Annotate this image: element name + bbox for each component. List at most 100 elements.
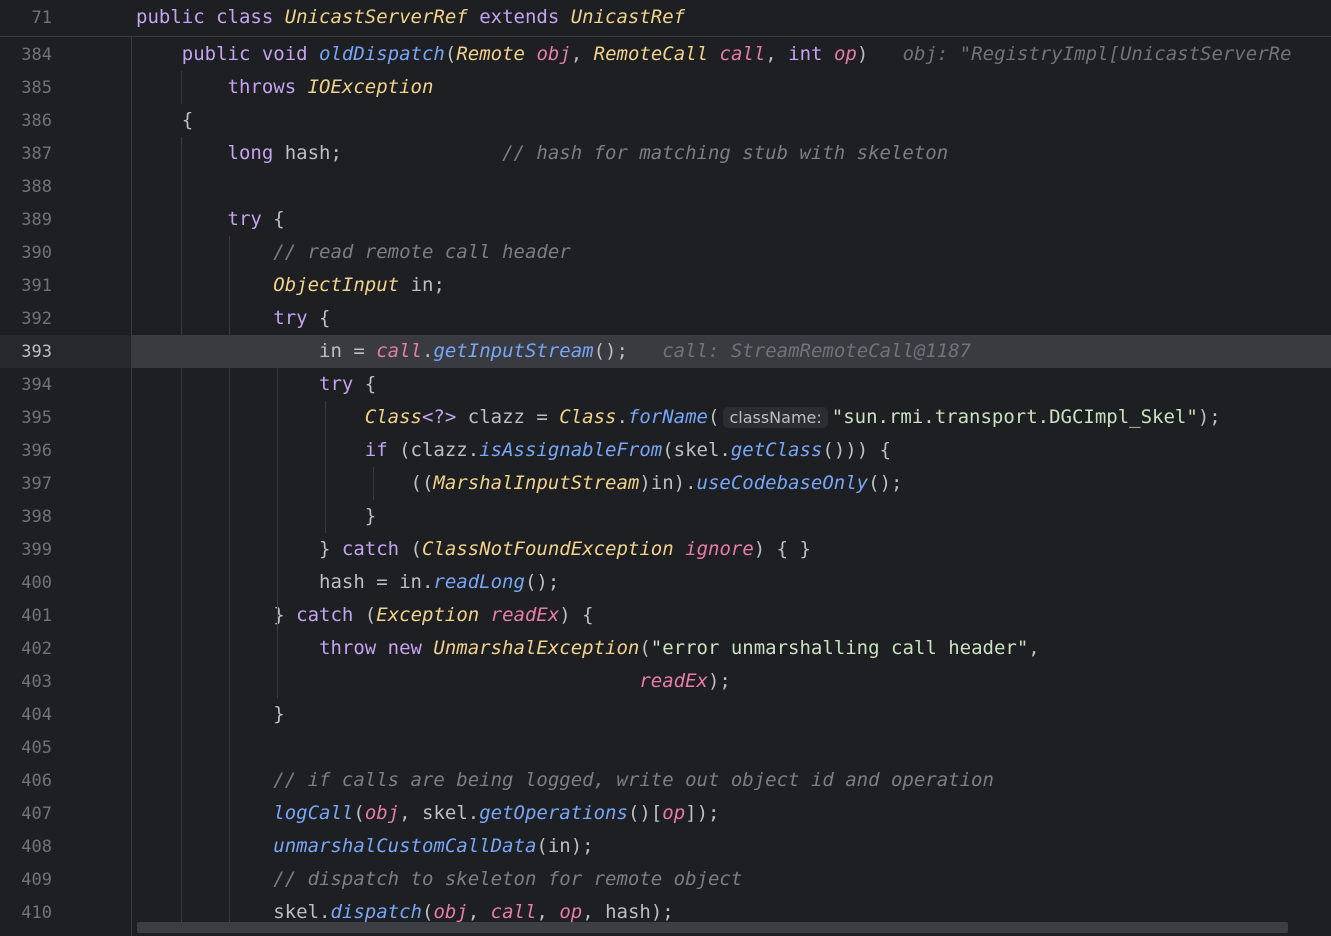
line-number[interactable]: 409	[0, 870, 52, 890]
code-token: ignore	[685, 538, 754, 560]
line-number[interactable]: 389	[0, 210, 52, 230]
code-text[interactable]: in = call.getInputStream(); call: Stream…	[136, 340, 971, 362]
code-line[interactable]: 402 throw new UnmarshalException("error …	[0, 632, 1331, 665]
line-number[interactable]: 392	[0, 309, 52, 329]
code-token: IOException	[307, 76, 434, 98]
code-line[interactable]: 405	[0, 731, 1331, 764]
code-text[interactable]: skel.dispatch(obj, call, op, hash);	[136, 901, 673, 923]
code-line[interactable]: 400 hash = in.readLong();	[0, 566, 1331, 599]
code-line[interactable]: 389 try {	[0, 203, 1331, 236]
line-number[interactable]: 398	[0, 507, 52, 527]
code-editor[interactable]: 71 public class UnicastServerRef extends…	[0, 0, 1331, 936]
line-number[interactable]: 391	[0, 276, 52, 296]
indent-guide	[277, 632, 278, 698]
code-token: ,	[765, 43, 789, 65]
line-number[interactable]: 394	[0, 375, 52, 395]
code-line[interactable]: 398 }	[0, 500, 1331, 533]
line-number[interactable]: 401	[0, 606, 52, 626]
line-number[interactable]: 385	[0, 78, 52, 98]
code-token: in =	[136, 340, 377, 362]
code-token: .	[421, 340, 434, 362]
code-line[interactable]: 394 try {	[0, 368, 1331, 401]
horizontal-scrollbar[interactable]	[137, 922, 1288, 933]
code-token: (	[639, 637, 651, 659]
code-text[interactable]: // read remote call header	[136, 241, 570, 263]
code-text[interactable]: {	[136, 109, 193, 131]
code-line[interactable]: 397 ((MarshalInputStream)in).useCodebase…	[0, 467, 1331, 500]
code-line[interactable]: 387 long hash; // hash for matching stub…	[0, 137, 1331, 170]
code-line[interactable]: 407 logCall(obj, skel.getOperations()[op…	[0, 797, 1331, 830]
code-text[interactable]: try {	[136, 307, 330, 329]
code-line[interactable]: 388	[0, 170, 1331, 203]
code-text[interactable]: unmarshalCustomCallData(in);	[136, 835, 593, 857]
code-text[interactable]: }	[136, 505, 376, 527]
line-number[interactable]: 386	[0, 111, 52, 131]
code-line[interactable]: 396 if (clazz.isAssignableFrom(skel.getC…	[0, 434, 1331, 467]
code-line[interactable]: 399 } catch (ClassNotFoundException igno…	[0, 533, 1331, 566]
sticky-code-line: public class UnicastServerRef extends Un…	[136, 6, 685, 28]
line-number[interactable]: 402	[0, 639, 52, 659]
line-number[interactable]: 410	[0, 903, 52, 923]
code-token: getClass	[730, 439, 823, 461]
code-line[interactable]: 385 throws IOException	[0, 71, 1331, 104]
indent-guide	[373, 467, 374, 500]
code-token: ()[	[627, 802, 663, 824]
line-number[interactable]: 387	[0, 144, 52, 164]
indent-guide	[325, 401, 326, 533]
code-line[interactable]: 386 {	[0, 104, 1331, 137]
code-text[interactable]: Class<?> clazz = Class.forName(className…	[136, 406, 1221, 428]
code-line[interactable]: 395 Class<?> clazz = Class.forName(class…	[0, 401, 1331, 434]
line-number[interactable]: 407	[0, 804, 52, 824]
code-text[interactable]: throw new UnmarshalException("error unma…	[136, 637, 1040, 659]
line-number[interactable]: 397	[0, 474, 52, 494]
line-number[interactable]: 388	[0, 177, 52, 197]
line-number[interactable]: 403	[0, 672, 52, 692]
line-number[interactable]: 393	[0, 342, 52, 362]
code-line[interactable]: 391 ObjectInput in;	[0, 269, 1331, 302]
line-number[interactable]: 395	[0, 408, 52, 428]
code-text[interactable]: ObjectInput in;	[136, 274, 445, 296]
line-number[interactable]: 384	[0, 45, 52, 65]
code-token: RemoteCall	[593, 43, 709, 65]
code-text[interactable]: } catch (ClassNotFoundException ignore) …	[136, 538, 811, 560]
code-line[interactable]: 384 public void oldDispatch(Remote obj, …	[0, 38, 1331, 71]
code-line[interactable]: 409 // dispatch to skeleton for remote o…	[0, 863, 1331, 896]
code-text[interactable]: try {	[136, 208, 285, 230]
code-text[interactable]: if (clazz.isAssignableFrom(skel.getClass…	[136, 439, 891, 461]
code-token: {	[261, 208, 285, 230]
line-number[interactable]: 405	[0, 738, 52, 758]
code-line[interactable]: 403 readEx);	[0, 665, 1331, 698]
code-text[interactable]: readEx);	[136, 670, 731, 692]
code-token: {	[136, 109, 194, 131]
code-text[interactable]: logCall(obj, skel.getOperations()[op]);	[136, 802, 719, 824]
line-number[interactable]: 406	[0, 771, 52, 791]
code-token: public void	[181, 43, 320, 65]
code-token: oldDispatch	[319, 43, 445, 65]
code-text[interactable]: // dispatch to skeleton for remote objec…	[136, 868, 742, 890]
line-number[interactable]: 390	[0, 243, 52, 263]
code-text[interactable]: ((MarshalInputStream)in).useCodebaseOnly…	[136, 472, 903, 494]
sticky-class-header[interactable]: 71 public class UnicastServerRef extends…	[0, 0, 1331, 37]
line-number[interactable]: 404	[0, 705, 52, 725]
code-line[interactable]: 408 unmarshalCustomCallData(in);	[0, 830, 1331, 863]
code-token: // dispatch to skeleton for remote objec…	[273, 868, 743, 890]
line-number[interactable]: 408	[0, 837, 52, 857]
code-line[interactable]: 390 // read remote call header	[0, 236, 1331, 269]
code-text[interactable]: long hash; // hash for matching stub wit…	[136, 142, 949, 164]
code-line[interactable]: 392 try {	[0, 302, 1331, 335]
debug-value-hint: call: StreamRemoteCall@1187	[627, 340, 972, 362]
code-text[interactable]: hash = in.readLong();	[136, 571, 559, 593]
code-text[interactable]: } catch (Exception readEx) {	[136, 604, 593, 626]
code-text[interactable]: }	[136, 703, 284, 725]
line-number[interactable]: 399	[0, 540, 52, 560]
line-number[interactable]: 396	[0, 441, 52, 461]
line-number[interactable]: 400	[0, 573, 52, 593]
code-line[interactable]: 404 }	[0, 698, 1331, 731]
code-token: (	[353, 604, 377, 626]
code-line[interactable]: 406 // if calls are being logged, write …	[0, 764, 1331, 797]
current-execution-line[interactable]: 393 in = call.getInputStream(); call: St…	[0, 335, 1331, 368]
code-text[interactable]: public void oldDispatch(Remote obj, Remo…	[136, 43, 1292, 65]
code-text[interactable]: // if calls are being logged, write out …	[136, 769, 994, 791]
code-line[interactable]: 401 } catch (Exception readEx) {	[0, 599, 1331, 632]
code-text[interactable]: try {	[136, 373, 376, 395]
